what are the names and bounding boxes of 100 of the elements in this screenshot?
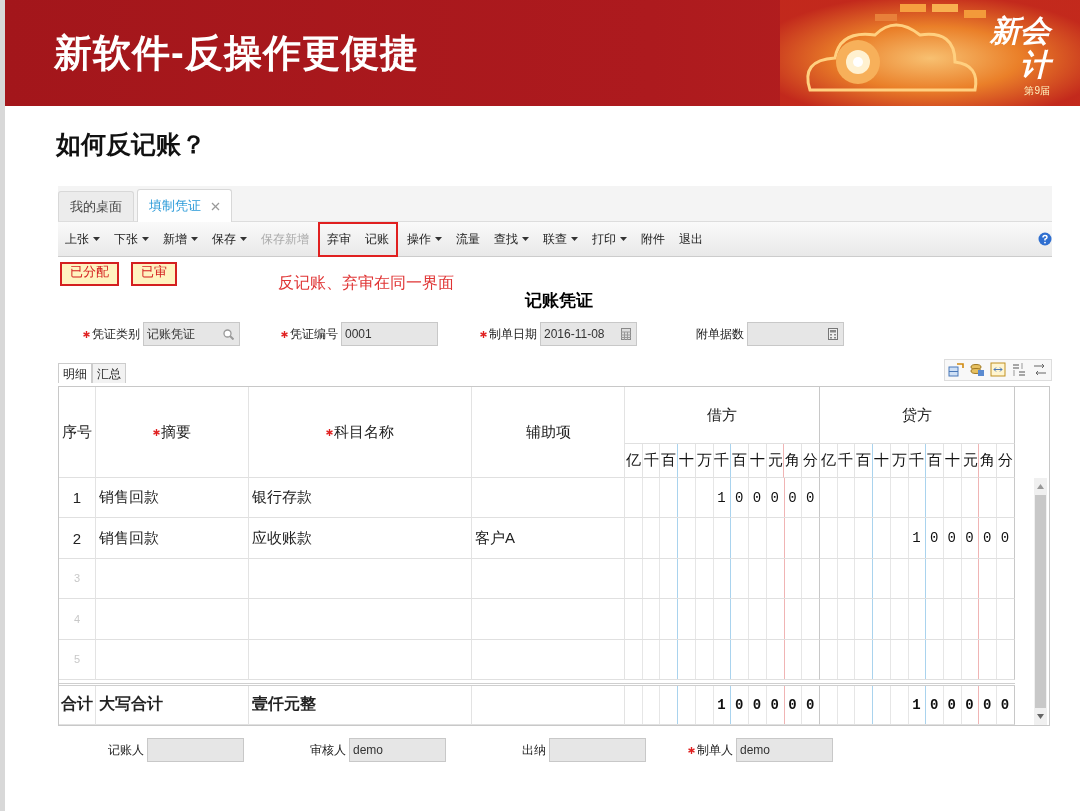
input-field[interactable]: 0001 [341, 322, 438, 346]
split-icon[interactable] [990, 362, 1006, 378]
toolbar-button[interactable]: 弃审 [320, 227, 358, 251]
tab[interactable]: 汇总 [92, 363, 126, 383]
field-label: 凭证编号 [290, 325, 338, 343]
toolbar-button[interactable]: 打印 [585, 227, 634, 251]
logo-caption: 第9届 [1024, 84, 1050, 98]
amount-cell: 100000 [625, 685, 820, 725]
status-badge: 已审 [131, 262, 177, 286]
sort-icon[interactable] [1011, 362, 1027, 378]
column-header: 贷方 [819, 387, 1015, 444]
field-label: 记账人 [108, 741, 144, 759]
input-field[interactable] [147, 738, 244, 762]
table-cell: 销售回款 [96, 478, 249, 519]
input-field[interactable] [549, 738, 646, 762]
scroll-up-icon[interactable] [1037, 484, 1044, 489]
unit-label: 千 [642, 444, 661, 478]
unit-label: 万 [890, 444, 909, 478]
calculator-icon[interactable] [828, 328, 838, 340]
help-icon[interactable] [1038, 232, 1052, 246]
field-label: 审核人 [310, 741, 346, 759]
unit-label: 千 [713, 444, 732, 478]
unit-label: 百 [731, 444, 750, 478]
scroll-down-icon[interactable] [1037, 714, 1044, 719]
unit-label: 角 [784, 444, 803, 478]
unit-label: 十 [678, 444, 696, 478]
toolbar-button[interactable]: 查找 [487, 227, 536, 251]
search-icon[interactable] [223, 328, 234, 340]
unit-label: 万 [695, 444, 714, 478]
field-label: 制单人 [697, 741, 733, 759]
unit-label: 分 [802, 444, 820, 478]
status-badge: 已分配 [60, 262, 119, 286]
unit-label: 元 [766, 444, 785, 478]
field-label: 附单据数 [696, 325, 744, 343]
caret-icon [571, 237, 578, 241]
toolbar-button[interactable]: 退出 [672, 227, 710, 251]
toolbar-button[interactable]: 操作 [400, 227, 449, 251]
toolbar-button[interactable]: 记账 [358, 227, 396, 251]
row-number: 1 [59, 478, 96, 519]
swap-icon[interactable] [1032, 362, 1048, 378]
field-label: 制单日期 [489, 325, 537, 343]
amount-cell: 100000 [625, 478, 820, 519]
caret-icon [522, 237, 529, 241]
unit-label: 千 [837, 444, 856, 478]
toolbar-button[interactable]: 附件 [634, 227, 672, 251]
tab[interactable]: 明细 [58, 363, 92, 383]
calendar-icon[interactable] [621, 328, 631, 340]
field-label: 凭证类别 [92, 325, 140, 343]
total-caption: 大写合计 [96, 685, 249, 725]
row-number: 2 [59, 518, 96, 559]
amount-in-words: 壹仟元整 [249, 685, 472, 725]
field-label: 出纳 [522, 741, 546, 759]
slide-title: 新软件-反操作更便捷 [54, 30, 419, 76]
caret-icon [142, 237, 149, 241]
table-cell: 销售回款 [96, 518, 249, 559]
scrollbar[interactable] [1034, 478, 1047, 725]
column-header: 借方 [625, 387, 820, 444]
input-field[interactable]: demo [736, 738, 833, 762]
table-cell: 客户A [472, 518, 625, 559]
unit-label: 分 [997, 444, 1015, 478]
caret-icon [240, 237, 247, 241]
unit-label: 元 [961, 444, 980, 478]
unit-label: 十 [749, 444, 767, 478]
input-field[interactable]: demo [349, 738, 446, 762]
toolbar-button[interactable]: 新增 [156, 227, 205, 251]
scroll-thumb[interactable] [1035, 495, 1046, 708]
toolbar-button[interactable]: 流量 [449, 227, 487, 251]
input-field[interactable] [747, 322, 844, 346]
stack-icon[interactable] [969, 362, 985, 378]
table-cell: 银行存款 [249, 478, 472, 519]
total-label: 合计 [59, 685, 96, 725]
unit-label: 亿 [625, 444, 643, 478]
unit-label: 十 [873, 444, 891, 478]
column-header: 科目名称 [249, 387, 472, 478]
annotation-text: 反记账、弃审在同一界面 [278, 273, 454, 293]
unit-label: 千 [908, 444, 927, 478]
caret-icon [191, 237, 198, 241]
column-header: 辅助项 [472, 387, 625, 478]
unit-label: 百 [855, 444, 874, 478]
close-icon[interactable] [211, 201, 220, 211]
unit-label: 百 [926, 444, 944, 478]
input-field[interactable]: 记账凭证 [143, 322, 240, 346]
tab[interactable]: 我的桌面 [58, 191, 134, 221]
toolbar-button[interactable]: 保存 [205, 227, 254, 251]
unit-label: 百 [660, 444, 679, 478]
table-cell: 应收账款 [249, 518, 472, 559]
toolbar-button[interactable]: 上张 [58, 227, 107, 251]
unit-label: 亿 [819, 444, 838, 478]
column-header: 摘要 [96, 387, 249, 478]
caret-icon [93, 237, 100, 241]
unit-label: 角 [979, 444, 998, 478]
toolbar-button[interactable]: 下张 [107, 227, 156, 251]
caret-icon [620, 237, 627, 241]
input-field[interactable]: 2016-11-08 [540, 322, 637, 346]
toolbar-button[interactable]: 联查 [536, 227, 585, 251]
voucher-title: 记账凭证 [525, 290, 593, 312]
insert-row-icon[interactable] [948, 362, 964, 378]
unit-label: 十 [943, 444, 962, 478]
slide-subtitle: 如何反记账？ [56, 129, 207, 160]
amount-cell: 100000 [819, 685, 1015, 725]
